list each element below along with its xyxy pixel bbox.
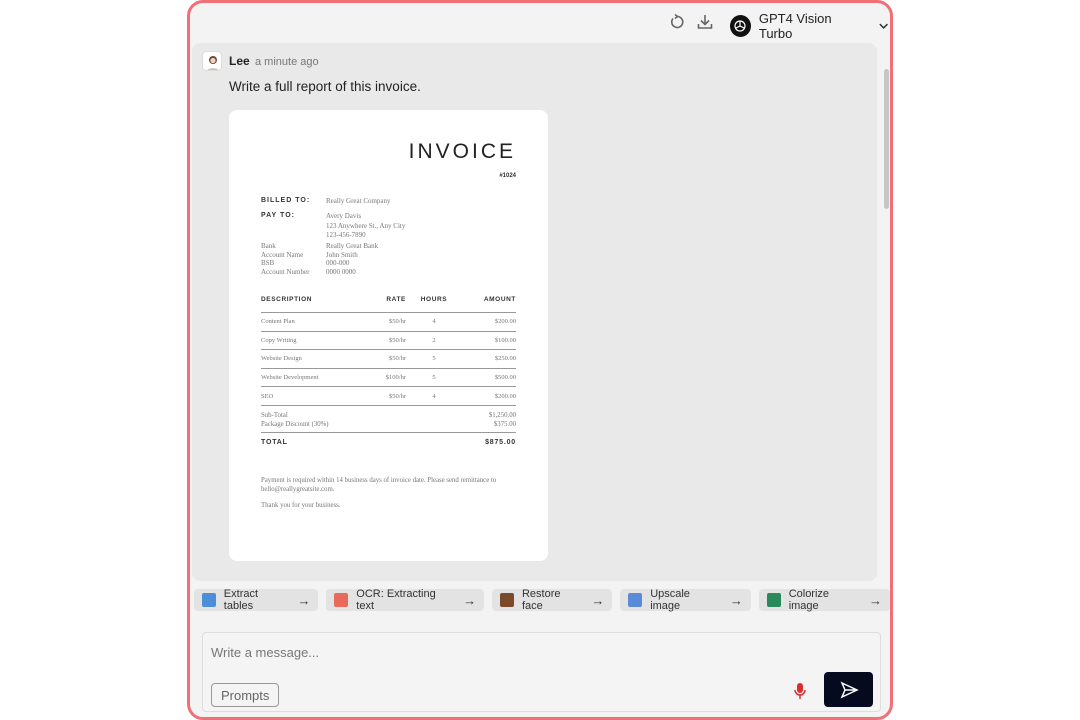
chip-icon: [500, 593, 514, 607]
table-cell: $100.00: [494, 336, 516, 344]
table-cell: $50/hr: [389, 336, 406, 344]
payment-note: Payment is required within 14 business d…: [261, 476, 497, 493]
chat-area: Lee a minute ago Write a full report of …: [192, 43, 877, 581]
chip-icon: [202, 593, 216, 607]
message-author: Lee: [229, 54, 250, 68]
bank-label: Account Name: [261, 250, 304, 259]
chip-label: OCR: Extracting text: [356, 588, 436, 612]
pay-to-line: 123-456-7890: [326, 231, 366, 239]
arrow-right-icon: →: [463, 592, 477, 608]
model-selector[interactable]: GPT4 Vision Turbo: [730, 11, 890, 41]
chip-label: Restore face: [521, 588, 561, 612]
table-row: Website Design $50/hr 5 $250.00: [261, 350, 516, 369]
chip-upscale-image[interactable]: Upscale image →: [620, 588, 751, 612]
table-cell: Copy Writing: [261, 336, 297, 344]
app-window: GPT4 Vision Turbo Lee a minute ago Write…: [187, 0, 893, 720]
openai-logo-icon: [730, 15, 751, 37]
column-header: RATE: [386, 296, 406, 303]
bank-value: John Smith: [326, 250, 358, 259]
total-label: TOTAL: [261, 438, 288, 446]
chip-icon: [766, 593, 781, 607]
table-header: DESCRIPTION RATE HOURS AMOUNT: [261, 296, 516, 313]
pay-to-label: PAY TO:: [261, 212, 295, 219]
table-cell: $100/hr: [385, 374, 406, 382]
table-cell: Website Design: [261, 355, 302, 363]
table-cell: 4: [432, 318, 436, 326]
bank-value: Really Great Bank: [326, 242, 379, 250]
send-icon: [840, 680, 859, 699]
download-icon[interactable]: [696, 13, 714, 31]
arrow-right-icon: →: [729, 592, 743, 608]
arrow-right-icon: →: [869, 592, 882, 608]
chip-ocr-extracting-text[interactable]: OCR: Extracting text →: [326, 588, 485, 612]
column-header: DESCRIPTION: [261, 296, 313, 303]
table-cell: $200.00: [494, 318, 516, 326]
table-cell: $200.00: [494, 392, 516, 400]
invoice-table: DESCRIPTION RATE HOURS AMOUNT Content Pl…: [261, 296, 516, 509]
chip-restore-face[interactable]: Restore face →: [492, 588, 613, 612]
message-input[interactable]: Write a message...: [211, 645, 319, 660]
table-row: Content Plan $50/hr 4 $200.00: [261, 313, 516, 332]
thanks-note: Thank you for your business.: [261, 501, 341, 509]
invoice-title: INVOICE: [408, 140, 516, 163]
table-cell: 4: [432, 392, 436, 400]
bank-label: Account Number: [261, 268, 310, 277]
table-row: SEO $50/hr 4 $200.00: [261, 387, 516, 406]
column-header: AMOUNT: [483, 296, 516, 303]
billed-to-label: BILLED TO:: [261, 197, 311, 204]
composer: Write a message... Prompts: [202, 632, 881, 712]
message-text: Write a full report of this invoice.: [229, 79, 421, 94]
bank-label: BSB: [261, 259, 275, 268]
chip-label: Upscale image: [650, 588, 690, 612]
pay-to-line: Avery Davis: [326, 212, 362, 220]
microphone-icon[interactable]: [793, 681, 807, 701]
table-cell: $50/hr: [389, 318, 406, 326]
invoice-image[interactable]: INVOICE #1024 BILLED TO: Really Great Co…: [229, 110, 548, 561]
billed-to: Really Great Company: [326, 197, 391, 205]
chip-extract-tables[interactable]: Extract tables →: [194, 588, 319, 612]
table-cell: Website Development: [261, 374, 319, 382]
table-row: Copy Writing $50/hr 2 $100.00: [261, 332, 516, 351]
arrow-right-icon: →: [591, 592, 605, 608]
table-cell: 2: [432, 336, 436, 344]
discount: $375.00: [493, 420, 516, 428]
chip-icon: [628, 593, 643, 607]
table-row: Website Development $100/hr 5 $500.00: [261, 369, 516, 388]
chip-colorize-image[interactable]: Colorize image →: [758, 588, 890, 612]
bank-value: 0000 0000: [326, 268, 356, 277]
subtotal: $1,250.00: [488, 411, 516, 419]
chevron-down-icon: [879, 23, 888, 29]
bank-value: 000-000: [326, 259, 350, 268]
chip-label: Extract tables: [223, 588, 259, 612]
table-cell: $250.00: [494, 355, 516, 363]
action-chips: Extract tables → OCR: Extracting text → Rest…: [194, 588, 890, 612]
pay-to-line: 123 Anywhere St., Any City: [326, 221, 406, 230]
send-button[interactable]: [824, 672, 873, 707]
total: $875.00: [485, 438, 516, 446]
chip-icon: [334, 593, 349, 607]
table-cell: $50/hr: [389, 355, 406, 363]
user-avatar: [202, 51, 222, 71]
discount-label: Package Discount (30%): [261, 420, 329, 428]
refresh-icon[interactable]: [668, 13, 686, 31]
arrow-right-icon: →: [297, 592, 311, 608]
table-cell: 5: [432, 355, 436, 363]
subtotal-label: Sub-Total: [261, 411, 288, 419]
invoice-number: #1024: [499, 173, 516, 179]
scrollbar-thumb[interactable]: [884, 69, 889, 209]
top-bar: GPT4 Vision Turbo: [190, 3, 890, 43]
model-name: GPT4 Vision Turbo: [758, 11, 832, 41]
table-cell: Content Plan: [261, 318, 295, 326]
chip-label: Colorize image: [788, 588, 830, 612]
table-cell: 5: [432, 374, 436, 382]
prompts-button[interactable]: Prompts: [211, 683, 280, 707]
bank-label: Bank: [261, 242, 276, 250]
message-time: a minute ago: [255, 56, 319, 68]
table-cell: SEO: [261, 392, 274, 400]
table-cell: $50/hr: [389, 392, 406, 400]
scrollbar[interactable]: [884, 43, 890, 613]
table-cell: $500.00: [494, 374, 516, 382]
column-header: HOURS: [420, 296, 448, 303]
